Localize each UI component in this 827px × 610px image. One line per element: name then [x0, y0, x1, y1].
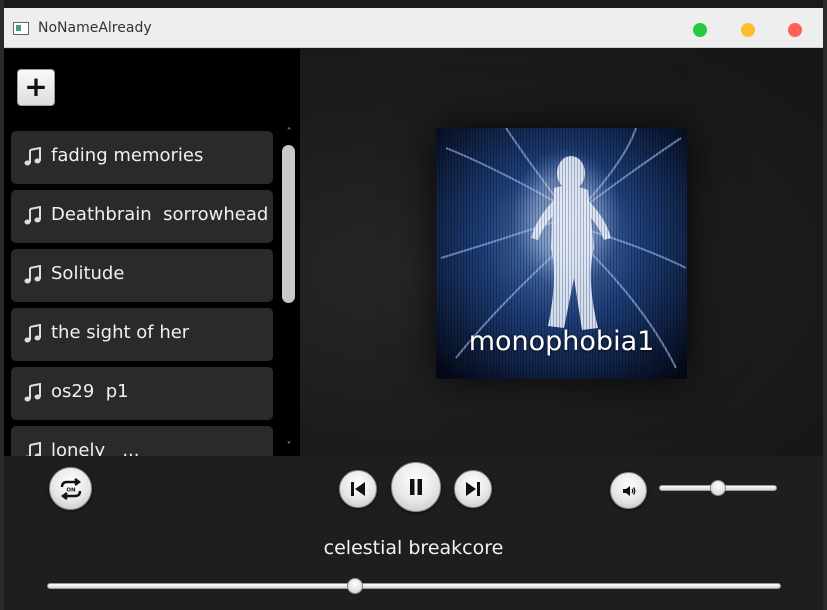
volume-slider[interactable] — [659, 480, 777, 496]
song-list-item[interactable]: Solitude — [11, 249, 273, 302]
song-title: Solitude — [51, 263, 125, 284]
song-list-item[interactable]: lonely ... — [11, 426, 273, 459]
player-controls: ON celestial breakcore — [4, 456, 823, 610]
music-note-icon — [23, 323, 43, 344]
song-title: fading memories — [51, 145, 204, 166]
playlist-sidebar: + fading memories Deathbrain sorrowhead … — [4, 49, 300, 459]
previous-icon — [351, 482, 365, 496]
volume-icon — [622, 485, 635, 496]
song-title: the sight of her — [51, 322, 190, 343]
now-playing-title: celestial breakcore — [323, 537, 504, 559]
music-note-icon — [23, 264, 43, 285]
app-icon — [13, 22, 29, 35]
title-bar: NoNameAlready — [4, 8, 823, 48]
song-title: Deathbrain sorrowhead — [51, 204, 269, 225]
song-list-item[interactable]: Deathbrain sorrowhead — [11, 190, 273, 243]
next-icon — [466, 482, 480, 496]
music-note-icon — [23, 205, 43, 226]
volume-button[interactable] — [610, 472, 647, 509]
song-title: os29 p1 — [51, 381, 129, 402]
next-track-button[interactable] — [454, 470, 492, 508]
album-title: monophobia1 — [468, 326, 655, 357]
pause-button[interactable] — [391, 462, 441, 512]
song-list-item[interactable]: os29 p1 — [11, 367, 273, 420]
scroll-up-arrow-icon[interactable]: ˄ — [283, 127, 295, 138]
repeat-icon: ON — [60, 477, 81, 500]
song-list-item[interactable]: fading memories — [11, 131, 273, 184]
main-area: + fading memories Deathbrain sorrowhead … — [4, 49, 823, 459]
window-frame-right — [823, 0, 827, 610]
song-list[interactable]: fading memories Deathbrain sorrowhead So… — [4, 124, 300, 459]
music-note-icon — [23, 382, 43, 403]
repeat-badge: ON — [66, 487, 76, 493]
scrollbar-thumb[interactable] — [282, 145, 295, 303]
close-button[interactable] — [788, 23, 802, 37]
scroll-down-arrow-icon[interactable]: ˅ — [283, 441, 295, 452]
progress-slider-thumb[interactable] — [347, 578, 364, 594]
previous-track-button[interactable] — [339, 470, 377, 508]
album-art: monophobia1 — [436, 128, 687, 379]
music-note-icon — [23, 146, 43, 167]
maximize-button[interactable] — [693, 23, 707, 37]
song-list-item[interactable]: the sight of her — [11, 308, 273, 361]
window-title: NoNameAlready — [38, 20, 152, 36]
add-song-button[interactable]: + — [17, 69, 55, 106]
progress-slider[interactable] — [47, 578, 781, 594]
volume-slider-thumb[interactable] — [710, 480, 726, 496]
pause-icon — [410, 479, 422, 495]
repeat-toggle-button[interactable]: ON — [49, 467, 92, 510]
minimize-button[interactable] — [741, 23, 755, 37]
